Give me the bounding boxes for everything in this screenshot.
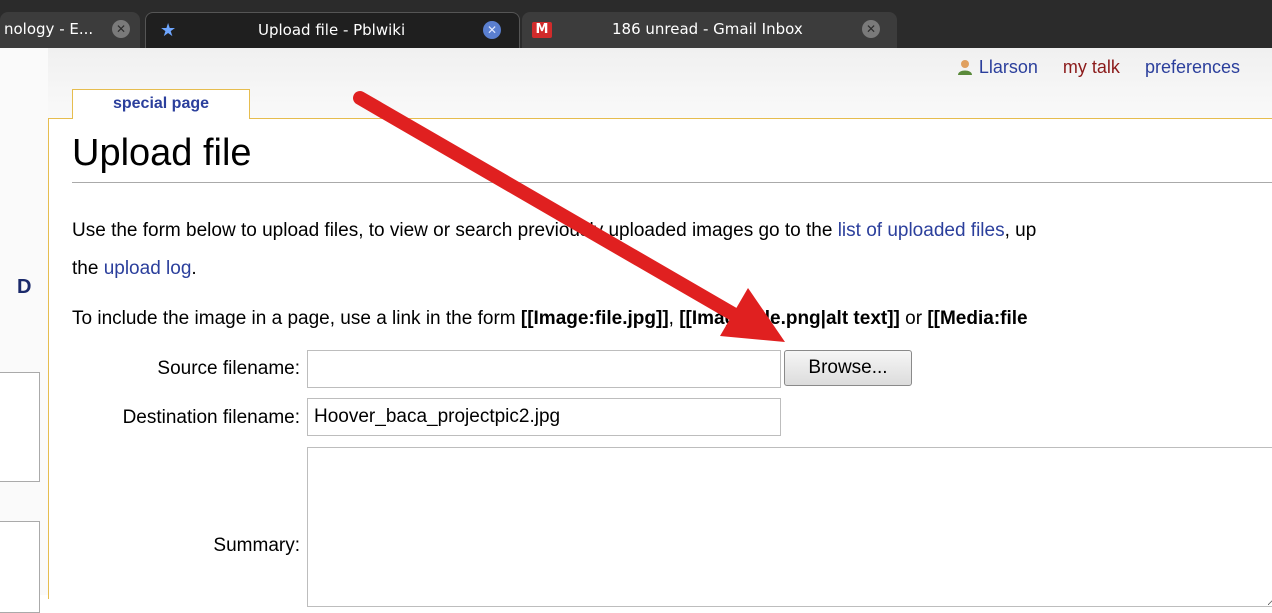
browser-tabstrip: nology - E... ✕ ★ Upload file - Pblwiki …: [0, 0, 1272, 48]
source-filename-input[interactable]: [307, 350, 781, 388]
source-filename-label: Source filename:: [157, 358, 300, 379]
destination-filename-label: Destination filename:: [122, 407, 300, 428]
include-text: ,: [668, 308, 680, 329]
intro-text: Use the form below to upload files, to v…: [72, 220, 838, 241]
tab-label: nology - E...: [4, 20, 94, 38]
sidebar-logo-fragment: D: [17, 276, 32, 298]
user-link[interactable]: Llarson: [979, 57, 1038, 77]
summary-label: Summary:: [213, 535, 300, 556]
intro-paragraph-line2: the upload log.: [72, 258, 197, 280]
tab-upload-file[interactable]: ★ Upload file - Pblwiki ✕: [145, 12, 520, 48]
my-talk-link[interactable]: my talk: [1063, 57, 1120, 77]
preferences-link[interactable]: preferences: [1145, 57, 1240, 77]
intro-text: the: [72, 258, 104, 279]
sidebar-box: [0, 521, 40, 613]
tab-gmail[interactable]: M 186 unread - Gmail Inbox ✕: [522, 12, 897, 48]
close-icon[interactable]: ✕: [483, 21, 501, 39]
intro-text: , up: [1004, 220, 1037, 241]
user-icon: [957, 60, 972, 75]
tab-label: Upload file - Pblwiki: [258, 21, 406, 39]
tab-label: 186 unread - Gmail Inbox: [612, 20, 803, 38]
close-icon[interactable]: ✕: [112, 20, 130, 38]
destination-filename-input[interactable]: [307, 398, 781, 436]
star-icon: ★: [160, 20, 177, 41]
sidebar-box: [0, 372, 40, 482]
include-text: To include the image in a page, use a li…: [72, 308, 521, 329]
upload-log-link[interactable]: upload log: [104, 258, 192, 279]
intro-paragraph: Use the form below to upload files, to v…: [72, 220, 1036, 242]
tab-special-page[interactable]: special page: [72, 89, 250, 119]
uploaded-files-link[interactable]: list of uploaded files: [838, 220, 1005, 241]
summary-textarea[interactable]: [307, 447, 1272, 607]
code-example: [[Image:file.png|alt text]]: [679, 308, 900, 329]
code-example: [[Media:file: [927, 308, 1028, 329]
close-icon[interactable]: ✕: [862, 20, 880, 38]
code-example: [[Image:file.jpg]]: [520, 308, 669, 329]
user-bar: Llarson my talk preferences: [957, 57, 1240, 78]
browse-button[interactable]: Browse...: [784, 350, 912, 386]
left-sidebar: [0, 48, 48, 595]
include-paragraph: To include the image in a page, use a li…: [72, 308, 1028, 330]
gmail-icon: M: [532, 22, 552, 38]
title-divider: [72, 182, 1272, 183]
tab-technology[interactable]: nology - E... ✕: [0, 12, 140, 48]
intro-text: .: [191, 258, 197, 279]
include-text: or: [899, 308, 928, 329]
page-title: Upload file: [72, 132, 252, 174]
